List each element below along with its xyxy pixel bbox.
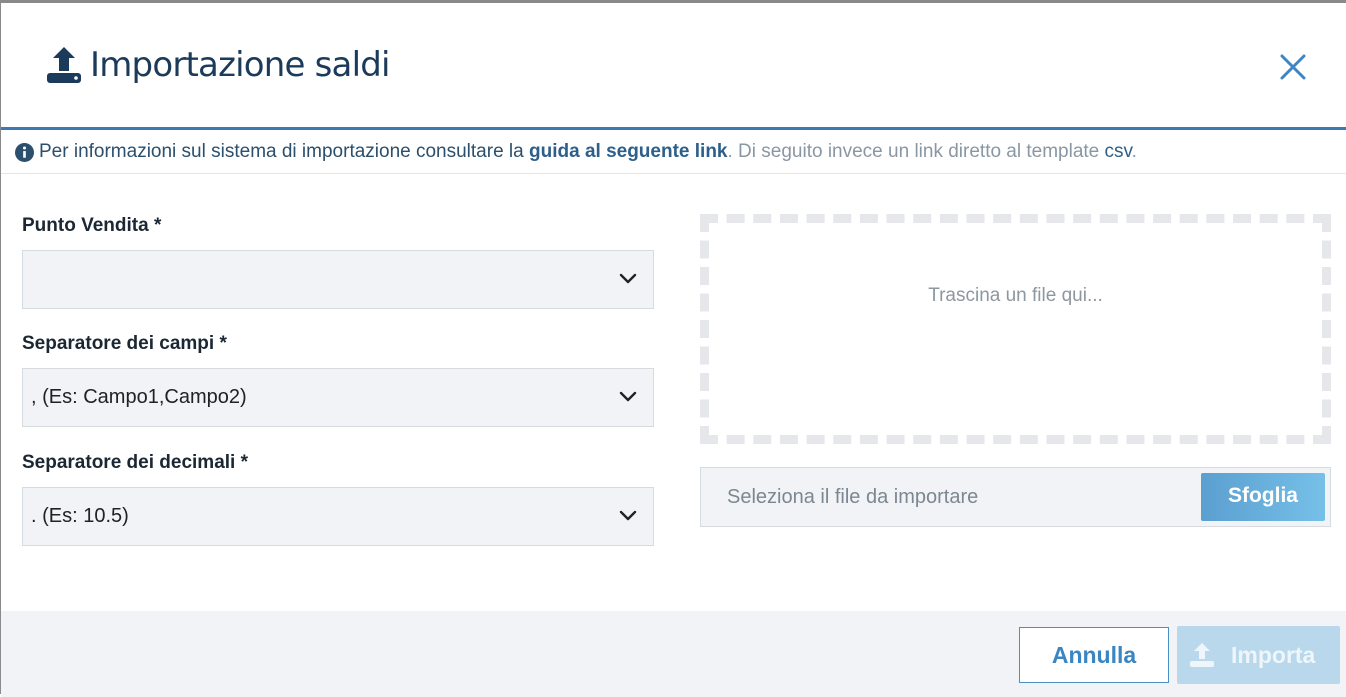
dropzone-hint: Trascina un file qui... (928, 285, 1103, 306)
import-button[interactable]: Importa (1177, 626, 1340, 684)
dialog-footer: Annulla Importa (1, 611, 1346, 697)
csv-template-link[interactable]: csv (1105, 141, 1132, 162)
import-label: Importa (1231, 642, 1316, 668)
file-input[interactable]: Seleziona il file da importare Sfoglia (700, 467, 1331, 527)
punto-vendita-label: Punto Vendita * (22, 215, 162, 236)
separatore-campi-label: Separatore dei campi * (22, 333, 227, 354)
info-prefix: Per informazioni sul sistema di importaz… (39, 141, 529, 162)
info-text: Per informazioni sul sistema di importaz… (39, 130, 1137, 173)
upload-icon (1190, 643, 1214, 667)
info-middle: . Di seguito invece un link diretto al t… (727, 141, 1105, 162)
browse-button[interactable]: Sfoglia (1201, 473, 1325, 521)
separatore-campi-select[interactable]: , (Es: Campo1,Campo2) (22, 368, 654, 427)
import-dialog: Importazione saldi Per informazioni sul … (0, 0, 1346, 697)
info-suffix: . (1131, 141, 1137, 162)
info-bar: Per informazioni sul sistema di importaz… (1, 130, 1346, 174)
chevron-down-icon (619, 391, 637, 402)
chevron-down-icon (619, 510, 637, 521)
dialog-header: Importazione saldi (1, 3, 1346, 130)
chevron-down-icon (619, 273, 637, 284)
guide-link[interactable]: guida al seguente link (529, 141, 728, 162)
separatore-decimali-value: . (Es: 10.5) (31, 505, 129, 527)
upload-icon (47, 47, 81, 83)
punto-vendita-select[interactable] (22, 250, 654, 309)
close-icon[interactable] (1277, 51, 1309, 83)
file-dropzone[interactable]: Trascina un file qui... (700, 214, 1331, 444)
separatore-decimali-select[interactable]: . (Es: 10.5) (22, 487, 654, 546)
info-icon (15, 143, 34, 162)
file-placeholder: Seleziona il file da importare (727, 486, 979, 508)
separatore-campi-value: , (Es: Campo1,Campo2) (31, 386, 247, 408)
dialog-title: Importazione saldi (90, 45, 390, 85)
separatore-decimali-label: Separatore dei decimali * (22, 452, 248, 473)
cancel-button[interactable]: Annulla (1019, 627, 1169, 683)
